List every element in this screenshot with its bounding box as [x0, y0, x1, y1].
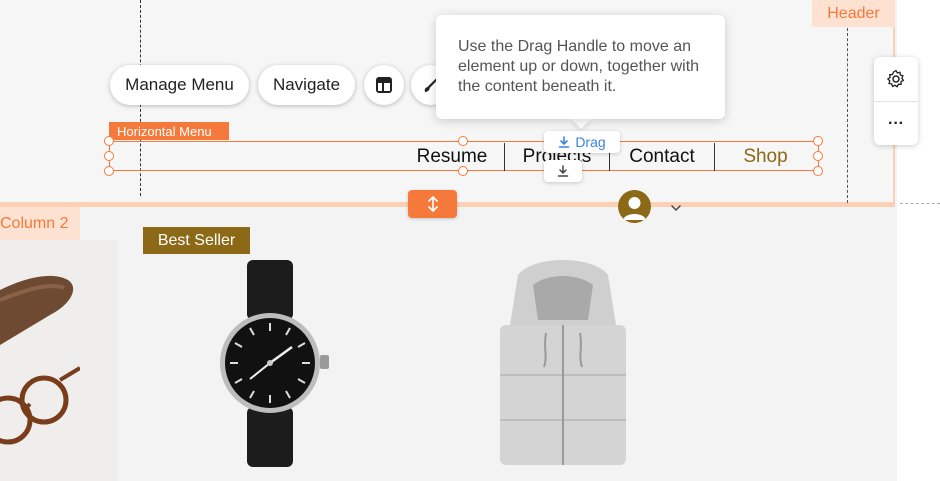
more-options-button[interactable]: ···: [874, 101, 918, 145]
download-arrow-icon: [559, 136, 570, 148]
navigate-button[interactable]: Navigate: [258, 65, 355, 105]
layout-icon: [376, 77, 392, 93]
horizontal-menu-label: Horizontal Menu: [109, 122, 229, 140]
user-avatar-icon: [623, 197, 646, 220]
product-image-glasses: [0, 270, 82, 470]
manage-menu-button[interactable]: Manage Menu: [110, 65, 249, 105]
drag-handle-button[interactable]: Drag: [544, 131, 620, 153]
menu-item-resume[interactable]: Resume: [400, 143, 504, 171]
gear-icon: [887, 69, 905, 88]
drag-label: Drag: [575, 134, 606, 150]
resize-handle-middle-left[interactable]: [104, 151, 114, 161]
drag-handle-mini[interactable]: [544, 160, 582, 182]
menu-item-contact[interactable]: Contact: [610, 143, 714, 171]
header-tag[interactable]: Header: [812, 0, 895, 27]
avatar[interactable]: [618, 190, 651, 223]
section-resize-handle[interactable]: [408, 190, 457, 218]
product-image-watch[interactable]: [210, 255, 340, 475]
settings-button[interactable]: [874, 57, 918, 101]
grid-guide-right: [847, 28, 848, 203]
layout-button[interactable]: [364, 65, 404, 105]
resize-handle-top-left[interactable]: [104, 136, 114, 146]
chevron-down-icon[interactable]: [669, 200, 683, 212]
column-tag[interactable]: Column 2: [0, 207, 80, 240]
menu-item-shop[interactable]: Shop: [715, 143, 816, 171]
vertical-resize-icon: [427, 196, 438, 212]
best-seller-badge: Best Seller: [143, 227, 250, 254]
grid-guide-horizontal: [900, 203, 940, 204]
resize-handle-bottom-left[interactable]: [104, 166, 114, 176]
download-arrow-icon: [557, 165, 569, 177]
product-image-hoodie[interactable]: [488, 255, 638, 477]
drag-handle-tooltip: Use the Drag Handle to move an element u…: [436, 15, 725, 119]
